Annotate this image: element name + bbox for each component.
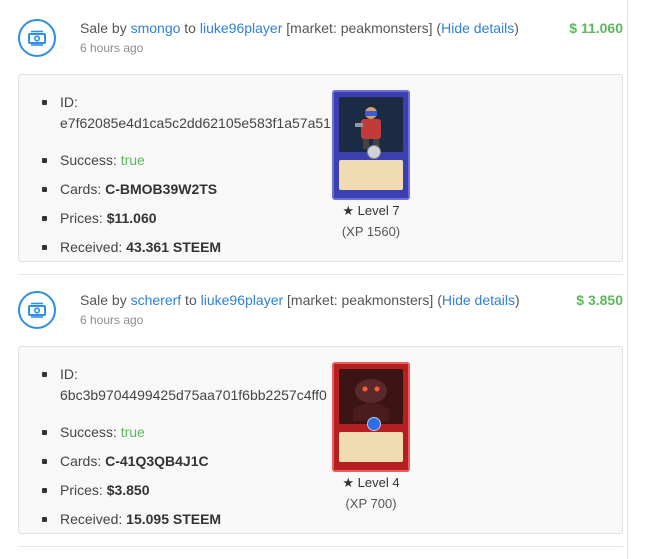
card-artwork [339,369,403,424]
cards-label: Cards: [60,181,106,197]
money-transfer-icon [18,19,56,57]
cards-value: C-BMOB39W2TS [105,181,218,197]
card-level: ★ Level 7 [331,203,411,219]
received-label: Received: [60,511,127,527]
sale-amount: $ 11.060 [569,20,623,36]
timestamp: 6 hours ago [80,313,144,327]
id-label: ID: [60,366,78,382]
sale-description: Sale by schererf to liuke96player [marke… [80,292,520,308]
card-gem [367,417,381,431]
prices-value: $3.850 [106,482,150,498]
card-level-label: Level 4 [357,475,400,490]
timestamp: 6 hours ago [80,41,144,55]
market-label: [market: peakmonsters] ( [283,292,442,308]
sale-amount: $ 3.850 [576,292,623,308]
details-list: ID: 6bc3b9704499425d75aa701f6bb2257c4ff0… [42,364,332,538]
scrollbar-track[interactable] [627,0,628,559]
detail-id: ID: e7f62085e4d1ca5c2dd62105e583f1a57a51 [42,92,332,150]
seller-link[interactable]: smongo [131,20,181,36]
sale-description: Sale by smongo to liuke96player [market:… [80,20,519,36]
transaction-header: Sale by schererf to liuke96player [marke… [18,285,623,340]
transaction-header: Sale by smongo to liuke96player [market:… [18,13,623,68]
success-value: true [120,424,145,440]
buyer-link[interactable]: liuke96player [201,292,284,308]
success-label: Success: [60,152,121,168]
hide-details-link[interactable]: Hide details [442,292,515,308]
received-label: Received: [60,239,127,255]
details-list: ID: e7f62085e4d1ca5c2dd62105e583f1a57a51… [42,92,332,266]
sale-prefix: Sale by [80,292,131,308]
detail-prices: Prices: $3.850 [42,480,332,509]
star-icon: ★ [342,475,355,490]
transaction-item: Sale by smongo to liuke96player [market:… [18,0,623,262]
card-image[interactable] [332,90,410,200]
details-panel: ID: e7f62085e4d1ca5c2dd62105e583f1a57a51… [18,74,623,262]
card-xp: (XP 1560) [341,224,401,239]
cards-label: Cards: [60,453,106,469]
sale-prefix: Sale by [80,20,131,36]
received-value: 43.361 STEEM [126,239,222,255]
divider [18,546,623,547]
success-value: true [120,152,145,168]
prices-value: $11.060 [106,210,157,226]
card-gem [367,145,381,159]
star-icon: ★ [342,203,355,218]
card-text-scroll [339,432,403,462]
detail-received: Received: 43.361 STEEM [42,237,332,266]
market-label: [market: peakmonsters] ( [282,20,442,36]
card-level: ★ Level 4 [331,475,411,491]
transaction-item: Sale by schererf to liuke96player [marke… [18,272,623,534]
card-xp: (XP 700) [345,496,397,511]
cards-value: C-41Q3QB4J1C [105,453,209,469]
hide-details-link[interactable]: Hide details [441,20,514,36]
detail-received: Received: 15.095 STEEM [42,509,332,538]
detail-id: ID: 6bc3b9704499425d75aa701f6bb2257c4ff0 [42,364,332,422]
received-value: 15.095 STEEM [126,511,222,527]
detail-cards: Cards: C-41Q3QB4J1C [42,451,332,480]
detail-success: Success: true [42,150,332,179]
buyer-link[interactable]: liuke96player [200,20,283,36]
details-panel: ID: 6bc3b9704499425d75aa701f6bb2257c4ff0… [18,346,623,534]
to-word: to [181,292,201,308]
detail-success: Success: true [42,422,332,451]
to-word: to [180,20,200,36]
prices-label: Prices: [60,210,107,226]
close-paren: ) [515,292,520,308]
card-artwork [339,97,403,152]
card-image[interactable] [332,362,410,472]
money-transfer-icon [18,291,56,329]
id-value: e7f62085e4d1ca5c2dd62105e583f1a57a51 [60,115,331,131]
detail-prices: Prices: $11.060 [42,208,332,237]
id-value: 6bc3b9704499425d75aa701f6bb2257c4ff0 [60,387,327,403]
id-label: ID: [60,94,78,110]
detail-cards: Cards: C-BMOB39W2TS [42,179,332,208]
success-label: Success: [60,424,121,440]
close-paren: ) [514,20,519,36]
prices-label: Prices: [60,482,107,498]
card-level-label: Level 7 [357,203,400,218]
card-text-scroll [339,160,403,190]
seller-link[interactable]: schererf [131,292,182,308]
